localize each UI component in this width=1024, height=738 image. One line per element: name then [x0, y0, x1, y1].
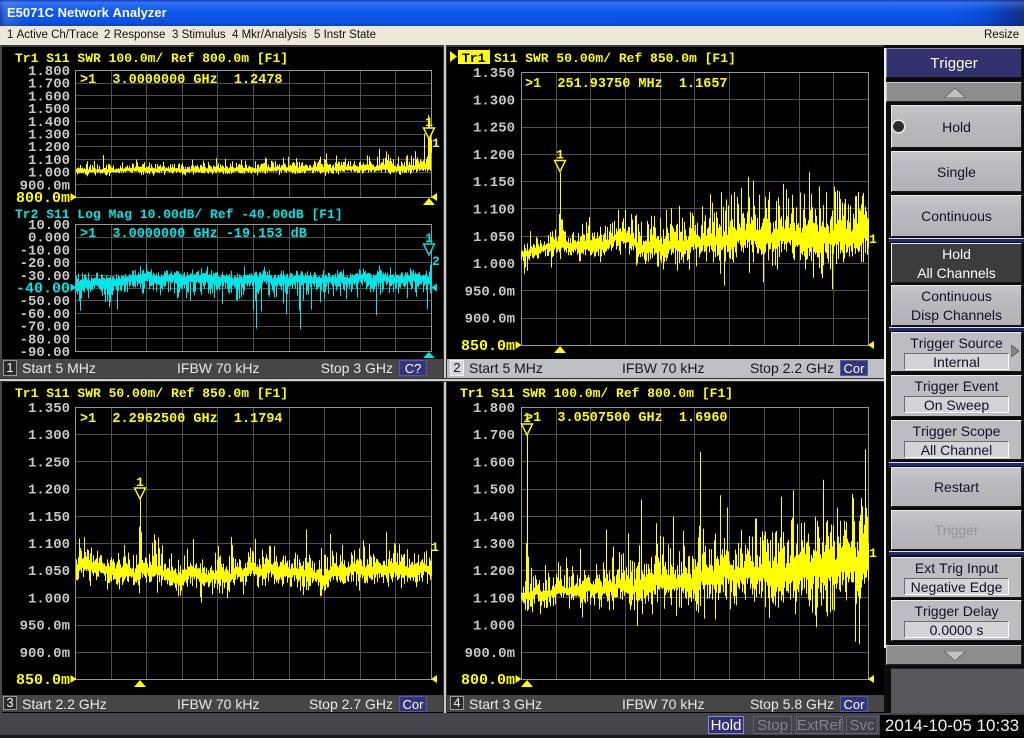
svg-text:1: 1	[432, 136, 440, 151]
svg-text:1.100: 1.100	[473, 591, 515, 607]
svg-text:1.250: 1.250	[28, 455, 70, 471]
svg-text:>1 3.0000000 GHz -19.153 dB: >1 3.0000000 GHz -19.153 dB	[80, 227, 307, 242]
svg-text:800.0m: 800.0m	[16, 190, 70, 207]
svg-text:900.0m: 900.0m	[465, 646, 515, 662]
svg-text:>1 251.93750 MHz 1.1657: >1 251.93750 MHz 1.1657	[525, 77, 728, 92]
svg-text:1.700: 1.700	[473, 428, 515, 444]
svg-text:850.0m: 850.0m	[16, 672, 70, 689]
svg-text:1.400: 1.400	[473, 510, 515, 526]
svg-text:1.350: 1.350	[473, 66, 515, 82]
svg-text:950.0m: 950.0m	[465, 284, 515, 300]
svg-text:1: 1	[869, 546, 877, 561]
svg-text:1.000: 1.000	[473, 619, 515, 635]
svg-text:1.150: 1.150	[28, 510, 70, 526]
svg-text:>1 3.0507500 GHz 1.6960: >1 3.0507500 GHz 1.6960	[525, 411, 728, 426]
svg-text:1: 1	[556, 148, 564, 163]
svg-text:1: 1	[869, 232, 877, 247]
svg-text:1.200: 1.200	[473, 148, 515, 164]
svg-text:1.300: 1.300	[28, 428, 70, 444]
svg-text:1.100: 1.100	[473, 203, 515, 219]
svg-text:1.250: 1.250	[473, 121, 515, 137]
svg-text:2: 2	[432, 254, 440, 269]
svg-text:950.0m: 950.0m	[20, 619, 70, 635]
svg-text:1.800: 1.800	[473, 401, 515, 417]
svg-text:1: 1	[431, 540, 439, 555]
svg-text:1: 1	[523, 411, 531, 426]
svg-text:1.150: 1.150	[473, 175, 515, 191]
svg-text:1.000: 1.000	[28, 591, 70, 607]
svg-text:1: 1	[136, 475, 144, 490]
svg-text:900.0m: 900.0m	[465, 312, 515, 328]
svg-text:1.300: 1.300	[473, 93, 515, 109]
svg-text:1.300: 1.300	[473, 537, 515, 553]
svg-text:Tr1 S11 SWR 100.0m/ Ref 800.0m: Tr1 S11 SWR 100.0m/ Ref 800.0m [F1]	[460, 386, 733, 401]
svg-text:1.050: 1.050	[473, 230, 515, 246]
svg-text:1.600: 1.600	[473, 455, 515, 471]
svg-text:1.200: 1.200	[473, 564, 515, 580]
svg-text:1.500: 1.500	[473, 483, 515, 499]
svg-text:1.200: 1.200	[28, 483, 70, 499]
svg-text:1.000: 1.000	[473, 257, 515, 273]
svg-text:1: 1	[425, 115, 433, 130]
svg-text:>1 3.0000000 GHz 1.2478: >1 3.0000000 GHz 1.2478	[80, 73, 283, 88]
svg-text:1.100: 1.100	[28, 537, 70, 553]
svg-text:1: 1	[425, 231, 433, 246]
svg-text:Tr1: Tr1	[462, 51, 486, 66]
svg-text:1.050: 1.050	[28, 564, 70, 580]
svg-text:1.350: 1.350	[28, 401, 70, 417]
svg-text:>1 2.2962500 GHz 1.1794: >1 2.2962500 GHz 1.1794	[80, 412, 283, 427]
svg-text:800.0m: 800.0m	[461, 672, 515, 689]
svg-text:S11 SWR 50.00m/ Ref 850.0m [F1: S11 SWR 50.00m/ Ref 850.0m [F1]	[494, 51, 736, 66]
svg-text:850.0m: 850.0m	[461, 338, 515, 355]
svg-text:Tr1 S11 SWR 50.00m/ Ref 850.0m: Tr1 S11 SWR 50.00m/ Ref 850.0m [F1]	[15, 386, 288, 401]
svg-text:900.0m: 900.0m	[20, 646, 70, 662]
